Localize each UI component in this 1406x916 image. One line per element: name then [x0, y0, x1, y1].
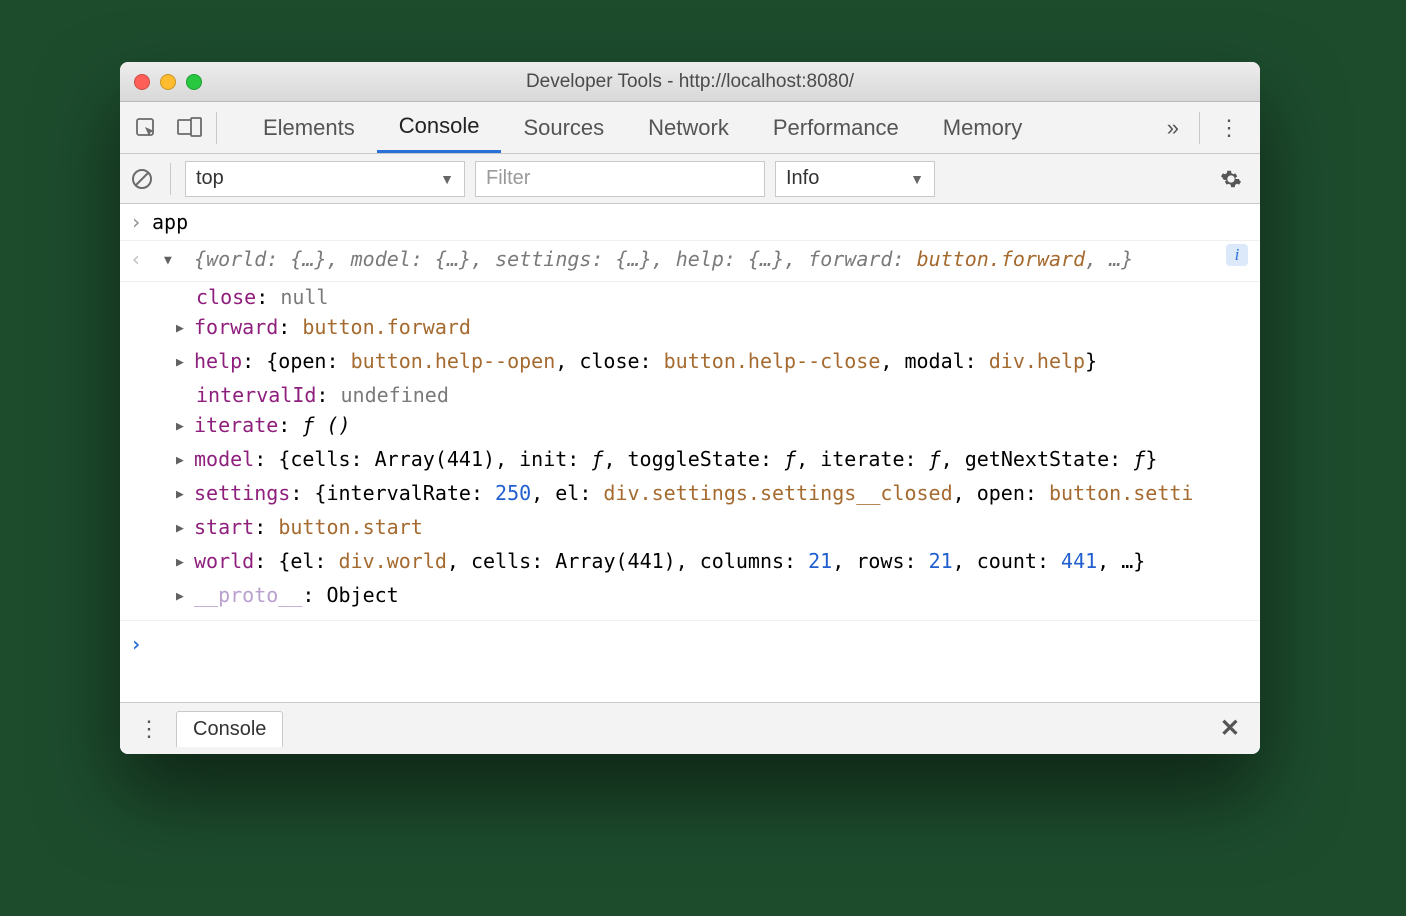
console-filterbar: top ▼ Info ▼ — [120, 154, 1260, 204]
info-badge-icon[interactable]: i — [1226, 244, 1248, 266]
prop-intervalid[interactable]: intervalId: undefined — [120, 380, 1260, 410]
tab-console[interactable]: Console — [377, 102, 502, 153]
dropdown-icon: ▼ — [440, 171, 454, 187]
context-selector[interactable]: top ▼ — [185, 161, 465, 197]
prop-model[interactable]: model: {cells: Array(441), init: ƒ, togg… — [120, 444, 1260, 478]
expand-icon[interactable] — [164, 242, 182, 276]
console-output: ›app i ‹ {world: {…}, model: {…}, settin… — [120, 204, 1260, 702]
tab-sources[interactable]: Sources — [501, 102, 626, 153]
tab-memory[interactable]: Memory — [921, 102, 1044, 153]
device-toggle-icon[interactable] — [168, 106, 212, 150]
prop-forward[interactable]: forward: button.forward — [120, 312, 1260, 346]
prop-start[interactable]: start: button.start — [120, 512, 1260, 546]
clear-console-icon[interactable] — [128, 165, 156, 193]
input-prompt-icon: › — [130, 207, 152, 237]
divider — [170, 163, 171, 195]
inspect-icon[interactable] — [124, 106, 168, 150]
input-text: app — [152, 210, 188, 234]
filter-input[interactable] — [475, 161, 765, 197]
console-prompt-row[interactable]: › — [120, 621, 1260, 662]
loglevel-selector[interactable]: Info ▼ — [775, 161, 935, 197]
console-input-row[interactable]: ›app — [120, 204, 1260, 241]
prop-settings[interactable]: settings: {intervalRate: 250, el: div.se… — [120, 478, 1260, 512]
expand-icon[interactable] — [176, 346, 194, 378]
prompt-icon: › — [130, 629, 152, 659]
dropdown-icon: ▼ — [910, 171, 924, 187]
minimize-window-button[interactable] — [160, 74, 176, 90]
expand-icon[interactable] — [176, 580, 194, 612]
prop-iterate[interactable]: iterate: ƒ () — [120, 410, 1260, 444]
drawer-close-icon[interactable]: ✕ — [1208, 714, 1252, 743]
expand-icon[interactable] — [176, 512, 194, 544]
expand-icon[interactable] — [176, 410, 194, 442]
expand-icon[interactable] — [176, 478, 194, 510]
expand-icon[interactable] — [176, 444, 194, 476]
tab-performance[interactable]: Performance — [751, 102, 921, 153]
expand-icon[interactable] — [176, 546, 194, 578]
object-summary: {world: {…}, model: {…}, settings: {…}, … — [194, 247, 1133, 271]
tab-elements[interactable]: Elements — [241, 102, 377, 153]
output-prompt-icon: ‹ — [130, 244, 152, 274]
console-result-row[interactable]: i ‹ {world: {…}, model: {…}, settings: {… — [120, 241, 1260, 282]
prop-help[interactable]: help: {open: button.help--open, close: b… — [120, 346, 1260, 380]
console-settings-icon[interactable] — [1210, 168, 1252, 190]
devtools-toolbar: Elements Console Sources Network Perform… — [120, 102, 1260, 154]
divider — [216, 112, 217, 144]
zoom-window-button[interactable] — [186, 74, 202, 90]
close-window-button[interactable] — [134, 74, 150, 90]
divider — [1199, 112, 1200, 144]
drawer: ⋮ Console ✕ — [120, 702, 1260, 754]
traffic-lights — [120, 74, 202, 90]
settings-menu-icon[interactable]: ⋮ — [1204, 115, 1256, 141]
tab-network[interactable]: Network — [626, 102, 751, 153]
tabstrip: Elements Console Sources Network Perform… — [241, 102, 1044, 153]
prop-close[interactable]: close: null — [120, 282, 1260, 312]
drawer-tab-console[interactable]: Console — [176, 711, 283, 747]
more-tabs-icon[interactable]: » — [1151, 115, 1195, 141]
window-title: Developer Tools - http://localhost:8080/ — [120, 71, 1260, 93]
loglevel-value: Info — [786, 167, 819, 190]
context-value: top — [196, 167, 224, 190]
expand-icon[interactable] — [176, 312, 194, 344]
titlebar: Developer Tools - http://localhost:8080/ — [120, 62, 1260, 102]
devtools-window: Developer Tools - http://localhost:8080/… — [120, 62, 1260, 754]
prop-world[interactable]: world: {el: div.world, cells: Array(441)… — [120, 546, 1260, 580]
drawer-menu-icon[interactable]: ⋮ — [128, 716, 172, 742]
prop-proto[interactable]: __proto__: Object — [120, 580, 1260, 621]
